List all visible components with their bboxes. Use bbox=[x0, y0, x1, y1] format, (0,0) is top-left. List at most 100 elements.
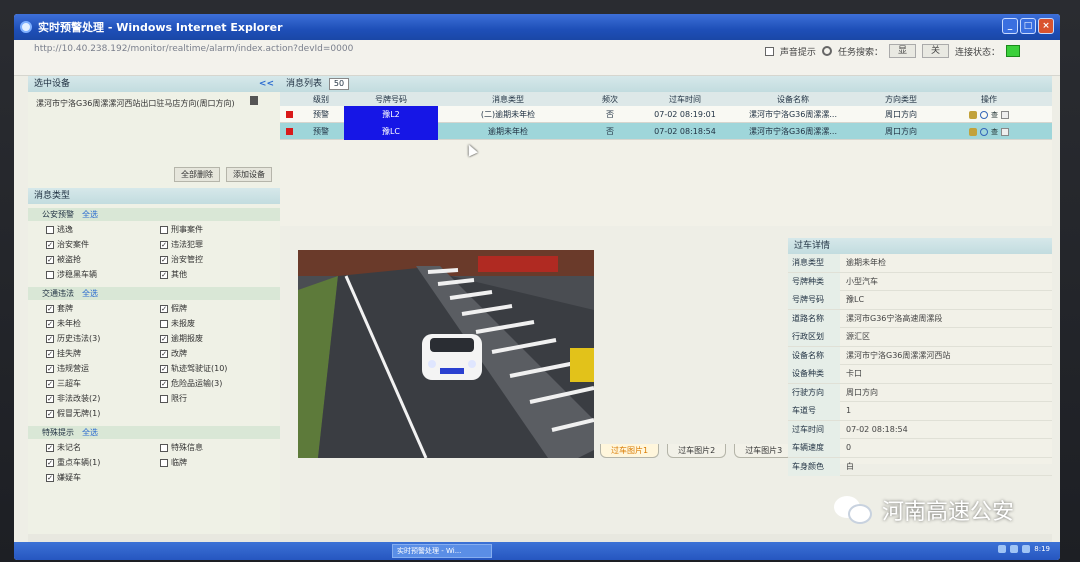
group-title: 特殊提示 bbox=[42, 428, 74, 437]
edit-icon[interactable] bbox=[969, 127, 977, 136]
message-type-checkbox[interactable]: ✓ 嫌疑车 bbox=[46, 471, 160, 484]
more-icon[interactable] bbox=[1001, 110, 1009, 119]
checked-icon[interactable]: ✓ bbox=[46, 473, 54, 482]
more-icon[interactable] bbox=[1001, 127, 1009, 136]
tray-volume-icon[interactable] bbox=[1010, 545, 1019, 553]
message-type-checkbox[interactable]: ✓ 逾期报废 bbox=[160, 332, 274, 345]
detail-row: 车辆速度 0 bbox=[788, 439, 1052, 458]
message-type-checkbox[interactable]: 限行 bbox=[160, 392, 274, 405]
check-link[interactable]: 查 bbox=[991, 127, 998, 137]
page-size-select[interactable]: 50 bbox=[328, 78, 350, 90]
select-all-link[interactable]: 全选 bbox=[82, 210, 98, 219]
unchecked-icon[interactable] bbox=[160, 394, 168, 403]
gear-icon[interactable] bbox=[821, 46, 832, 56]
checkbox-label: 挂失牌 bbox=[57, 349, 81, 358]
message-type-checkbox[interactable]: ✓ 三超车 bbox=[46, 377, 160, 390]
unchecked-icon[interactable] bbox=[160, 443, 168, 452]
message-type-checkbox[interactable]: ✓ 假冒无牌(1) bbox=[46, 407, 160, 420]
view-icon[interactable] bbox=[980, 110, 988, 119]
unchecked-icon[interactable] bbox=[46, 270, 54, 279]
message-type-checkbox[interactable]: ✓ 非法改装(2) bbox=[46, 392, 160, 405]
message-type-checkbox[interactable]: 涉稳黑车辆 bbox=[46, 268, 160, 281]
checked-icon[interactable]: ✓ bbox=[46, 255, 54, 264]
add-device-button[interactable]: 添加设备 bbox=[226, 167, 272, 182]
message-type-checkbox[interactable]: ✓ 危险品运输(3) bbox=[160, 377, 274, 390]
message-type-checkbox[interactable]: ✓ 挂失牌 bbox=[46, 347, 160, 360]
checked-icon[interactable]: ✓ bbox=[46, 458, 54, 467]
checked-icon[interactable]: ✓ bbox=[160, 270, 168, 279]
photo-tab-1[interactable]: 过车图片1 bbox=[600, 444, 660, 458]
minimize-button[interactable]: _ bbox=[1002, 18, 1018, 34]
checked-icon[interactable]: ✓ bbox=[46, 334, 54, 343]
select-all-link[interactable]: 全选 bbox=[82, 428, 98, 437]
message-type-checkbox[interactable]: ✓ 治安案件 bbox=[46, 238, 160, 251]
checked-icon[interactable]: ✓ bbox=[160, 240, 168, 249]
trash-icon[interactable] bbox=[250, 96, 258, 105]
checked-icon[interactable]: ✓ bbox=[160, 255, 168, 264]
message-type-checkbox[interactable]: 刑事案件 bbox=[160, 223, 274, 236]
taskbar-item[interactable]: 实时预警处理 - Wi... bbox=[392, 544, 492, 558]
message-type-checkbox[interactable]: 逃逸 bbox=[46, 223, 160, 236]
left-panel: 选中设备 << 漯河市宁洛G36周漯漯河西站出口驻马店方向(周口方向) 全部删除… bbox=[28, 76, 280, 546]
message-type-checkbox[interactable]: ✓ 改牌 bbox=[160, 347, 274, 360]
select-all-link[interactable]: 全选 bbox=[82, 289, 98, 298]
checked-icon[interactable]: ✓ bbox=[160, 364, 168, 373]
message-type-checkbox[interactable]: ✓ 违法犯罪 bbox=[160, 238, 274, 251]
checked-icon[interactable]: ✓ bbox=[46, 394, 54, 403]
checked-icon[interactable]: ✓ bbox=[46, 379, 54, 388]
maximize-button[interactable]: □ bbox=[1020, 18, 1036, 34]
message-type-checkbox[interactable]: ✓ 重点车辆(1) bbox=[46, 456, 160, 469]
selected-device-item[interactable]: 漯河市宁洛G36周漯漯河西站出口驻马店方向(周口方向) bbox=[36, 98, 272, 109]
photo-tab-2[interactable]: 过车图片2 bbox=[667, 444, 727, 458]
edit-icon[interactable] bbox=[969, 110, 977, 119]
check-link[interactable]: 查 bbox=[991, 110, 998, 120]
close-button[interactable]: × bbox=[1038, 18, 1054, 34]
message-type-checkbox[interactable]: 特殊信息 bbox=[160, 441, 274, 454]
row-plate: 豫LC bbox=[344, 123, 438, 140]
unchecked-icon[interactable] bbox=[160, 225, 168, 234]
link-status-indicator bbox=[1006, 45, 1020, 57]
message-type-checkbox[interactable]: ✓ 套牌 bbox=[46, 302, 160, 315]
detail-key: 车道号 bbox=[788, 402, 840, 420]
selected-devices-header: 选中设备 << bbox=[28, 76, 280, 92]
message-type-checkbox[interactable]: ✓ 其他 bbox=[160, 268, 274, 281]
unchecked-icon[interactable] bbox=[46, 225, 54, 234]
delete-all-button[interactable]: 全部删除 bbox=[174, 167, 220, 182]
task-close-button[interactable]: 关 bbox=[921, 44, 949, 58]
column-header: 级别 bbox=[313, 94, 329, 104]
checked-icon[interactable]: ✓ bbox=[46, 319, 54, 328]
message-type-checkbox[interactable]: ✓ 被盗抢 bbox=[46, 253, 160, 266]
tray-network-icon[interactable] bbox=[998, 545, 1007, 553]
collapse-button[interactable]: << bbox=[259, 76, 274, 92]
checked-icon[interactable]: ✓ bbox=[160, 334, 168, 343]
message-type-checkbox[interactable]: 未报废 bbox=[160, 317, 274, 330]
table-row[interactable]: 预警 豫LC 逾期未年检 否 07-02 08:18:54 漯河市宁洛G36周漯漯... 周… bbox=[280, 123, 1052, 140]
message-type-checkbox[interactable]: ✓ 违规营运 bbox=[46, 362, 160, 375]
message-type-checkbox[interactable]: ✓ 历史违法(3) bbox=[46, 332, 160, 345]
unchecked-icon[interactable] bbox=[160, 458, 168, 467]
message-type-checkbox[interactable]: ✓ 治安管控 bbox=[160, 253, 274, 266]
checked-icon[interactable]: ✓ bbox=[46, 364, 54, 373]
task-show-button[interactable]: 显 bbox=[888, 44, 916, 58]
checked-icon[interactable]: ✓ bbox=[46, 304, 54, 313]
checked-icon[interactable]: ✓ bbox=[46, 240, 54, 249]
checked-icon[interactable]: ✓ bbox=[46, 349, 54, 358]
sound-checkbox[interactable] bbox=[764, 46, 774, 56]
checked-icon[interactable]: ✓ bbox=[160, 349, 168, 358]
address-url[interactable]: http://10.40.238.192/monitor/realtime/al… bbox=[34, 44, 353, 54]
table-row[interactable]: 预警 豫L2 (二)逾期未年检 否 07-02 08:19:01 漯河市宁洛G36周漯漯.… bbox=[280, 106, 1052, 123]
unchecked-icon[interactable] bbox=[160, 319, 168, 328]
tray-security-icon[interactable] bbox=[1022, 545, 1031, 553]
checked-icon[interactable]: ✓ bbox=[160, 304, 168, 313]
checked-icon[interactable]: ✓ bbox=[46, 443, 54, 452]
checked-icon[interactable]: ✓ bbox=[160, 379, 168, 388]
checked-icon[interactable]: ✓ bbox=[46, 409, 54, 418]
detail-row: 道路名称 漯河市G36宁洛高速周漯段 bbox=[788, 309, 1052, 328]
message-type-checkbox[interactable]: ✓ 假牌 bbox=[160, 302, 274, 315]
photo-tab-3[interactable]: 过车图片3 bbox=[734, 444, 794, 458]
message-type-checkbox[interactable]: ✓ 轨迹驾驶证(10) bbox=[160, 362, 274, 375]
message-type-checkbox[interactable]: 临牌 bbox=[160, 456, 274, 469]
view-icon[interactable] bbox=[980, 127, 988, 136]
message-type-checkbox[interactable]: ✓ 未年检 bbox=[46, 317, 160, 330]
message-type-checkbox[interactable]: ✓ 未记名 bbox=[46, 441, 160, 454]
